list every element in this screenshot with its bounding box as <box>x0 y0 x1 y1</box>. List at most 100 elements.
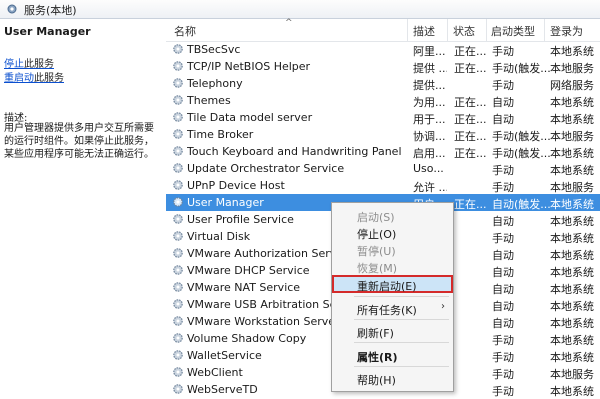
menu-item-properties[interactable]: 属性(R) <box>332 346 453 364</box>
service-row[interactable]: Telephony 提供... 手动 网络服务 <box>166 75 600 92</box>
service-startup-cell: 自动 <box>492 283 514 296</box>
menu-separator <box>354 366 449 367</box>
service-logon-cell: 本地系统 <box>550 96 594 109</box>
service-status-cell: 正在... <box>454 130 487 143</box>
service-name-cell: Time Broker <box>187 128 254 141</box>
service-status-cell: 正在... <box>454 45 487 58</box>
service-gear-icon <box>173 333 183 343</box>
service-gear-icon <box>173 163 183 173</box>
menu-item-help[interactable]: 帮助(H) <box>332 369 453 387</box>
service-name-cell: Update Orchestrator Service <box>187 162 345 175</box>
service-gear-icon <box>173 197 183 207</box>
service-row[interactable]: Touch Keyboard and Handwriting Panel Ser… <box>166 143 600 160</box>
service-row[interactable]: UPnP Device Host 允许 ... 手动 本地服务 <box>166 177 600 194</box>
service-gear-icon <box>173 129 183 139</box>
service-startup-cell: 手动 <box>492 351 514 364</box>
service-startup-cell: 手动 <box>492 181 514 194</box>
menu-item-resume: 恢复(M) <box>332 257 453 275</box>
column-desc-header[interactable]: 描述 <box>413 23 435 39</box>
service-logon-cell: 本地系统 <box>550 334 594 347</box>
service-row[interactable]: Tile Data model server 用于... 正在... 自动 本地系统 <box>166 109 600 126</box>
service-startup-cell: 手动 <box>492 164 514 177</box>
service-startup-cell: 手动 <box>492 45 514 58</box>
column-divider[interactable] <box>447 19 448 41</box>
service-logon-cell: 本地系统 <box>550 300 594 313</box>
service-logon-cell: 本地系统 <box>550 232 594 245</box>
service-logon-cell: 本地服务 <box>550 62 594 75</box>
window-title: 服务(本地) <box>24 4 77 17</box>
service-row[interactable]: TBSecSvc 阿里... 正在... 手动 本地系统 <box>166 41 600 58</box>
service-desc-cell: 阿里... <box>413 45 446 58</box>
column-status-header[interactable]: 状态 <box>453 23 475 39</box>
column-name-header[interactable]: 名称 <box>174 23 196 39</box>
service-startup-cell: 自动 <box>492 266 514 279</box>
service-gear-icon <box>173 61 183 71</box>
service-gear-icon <box>173 384 183 394</box>
menu-item-label: 刷新(F) <box>357 327 394 340</box>
menu-item-stop[interactable]: 停止(O) <box>332 223 453 241</box>
menu-item-label: 帮助(H) <box>357 374 396 387</box>
service-logon-cell: 本地系统 <box>550 147 594 160</box>
service-gear-icon <box>173 214 183 224</box>
service-logon-cell: 本地服务 <box>550 368 594 381</box>
service-status-cell: 正在... <box>454 198 487 211</box>
column-startup-header[interactable]: 启动类型 <box>491 23 535 39</box>
services-gear-icon <box>7 4 17 14</box>
stop-service-action: 停止此服务 <box>4 55 54 70</box>
column-logon-header[interactable]: 登录为 <box>550 23 583 39</box>
column-divider[interactable] <box>544 19 545 41</box>
title-bar: 服务(本地) <box>0 0 600 19</box>
service-gear-icon <box>173 78 183 88</box>
service-startup-cell: 自动 <box>492 113 514 126</box>
service-row[interactable]: Themes 为用... 正在... 自动 本地系统 <box>166 92 600 109</box>
service-row[interactable]: Update Orchestrator Service Uso... 手动 本地系统 <box>166 160 600 177</box>
service-name-cell: TBSecSvc <box>187 43 241 56</box>
service-name-cell: UPnP Device Host <box>187 179 285 192</box>
service-gear-icon <box>173 299 183 309</box>
service-startup-cell: 手动 <box>492 79 514 92</box>
service-status-cell: 正在... <box>454 96 487 109</box>
service-row[interactable]: Time Broker 协调... 正在... 手动(触发... 本地服务 <box>166 126 600 143</box>
service-logon-cell: 本地系统 <box>550 198 594 211</box>
service-startup-cell: 手动 <box>492 385 514 398</box>
menu-separator <box>354 319 449 320</box>
service-startup-cell: 手动(触发... <box>492 62 551 75</box>
service-name-cell: TCP/IP NetBIOS Helper <box>187 60 311 73</box>
service-desc-cell: 启用... <box>413 147 446 160</box>
service-name-cell: Touch Keyboard and Handwriting Panel Ser… <box>187 145 405 158</box>
selected-service-name: User Manager <box>4 25 91 38</box>
service-desc-cell: 为用... <box>413 96 446 109</box>
service-logon-cell: 本地系统 <box>550 283 594 296</box>
menu-item-all-tasks[interactable]: 所有任务(K) › <box>332 299 453 317</box>
submenu-arrow-icon: › <box>441 301 445 312</box>
service-row[interactable]: TCP/IP NetBIOS Helper 提供 ... 正在... 手动(触发...… <box>166 58 600 75</box>
service-logon-cell: 本地系统 <box>550 266 594 279</box>
service-logon-cell: 本地服务 <box>550 181 594 194</box>
service-logon-cell: 本地系统 <box>550 317 594 330</box>
restart-service-action: 重启动此服务 <box>4 69 64 84</box>
restart-service-link[interactable]: 重启动 <box>4 73 34 84</box>
menu-item-refresh[interactable]: 刷新(F) <box>332 322 453 340</box>
service-logon-cell: 本地系统 <box>550 45 594 58</box>
menu-item-restart[interactable]: 重新启动(E) <box>332 275 453 293</box>
service-gear-icon <box>173 248 183 258</box>
service-desc-cell: Uso... <box>413 162 444 175</box>
service-startup-cell: 手动 <box>492 334 514 347</box>
service-desc-cell: 允许 ... <box>413 181 447 194</box>
service-startup-cell: 自动 <box>492 317 514 330</box>
column-divider[interactable] <box>407 19 408 41</box>
service-startup-cell: 手动 <box>492 232 514 245</box>
service-description: 用户管理器提供多用户交互所需要的运行时组件。如果停止此服务，某些应用程序可能无法… <box>4 123 154 160</box>
service-gear-icon <box>173 95 183 105</box>
context-menu: 启动(S) 停止(O) 暂停(U) 恢复(M) 重新启动(E) 所有任务(K) … <box>331 202 454 392</box>
menu-separator <box>354 296 449 297</box>
service-startup-cell: 自动 <box>492 96 514 109</box>
menu-item-label: 重新启动(E) <box>357 280 417 293</box>
service-status-cell: 正在... <box>454 62 487 75</box>
menu-item-label: 所有任务(K) <box>357 304 417 317</box>
service-name-cell: Themes <box>187 94 231 107</box>
service-gear-icon <box>173 367 183 377</box>
column-divider[interactable] <box>486 19 487 41</box>
service-startup-cell: 自动 <box>492 300 514 313</box>
service-desc-cell: 提供 ... <box>413 62 447 75</box>
